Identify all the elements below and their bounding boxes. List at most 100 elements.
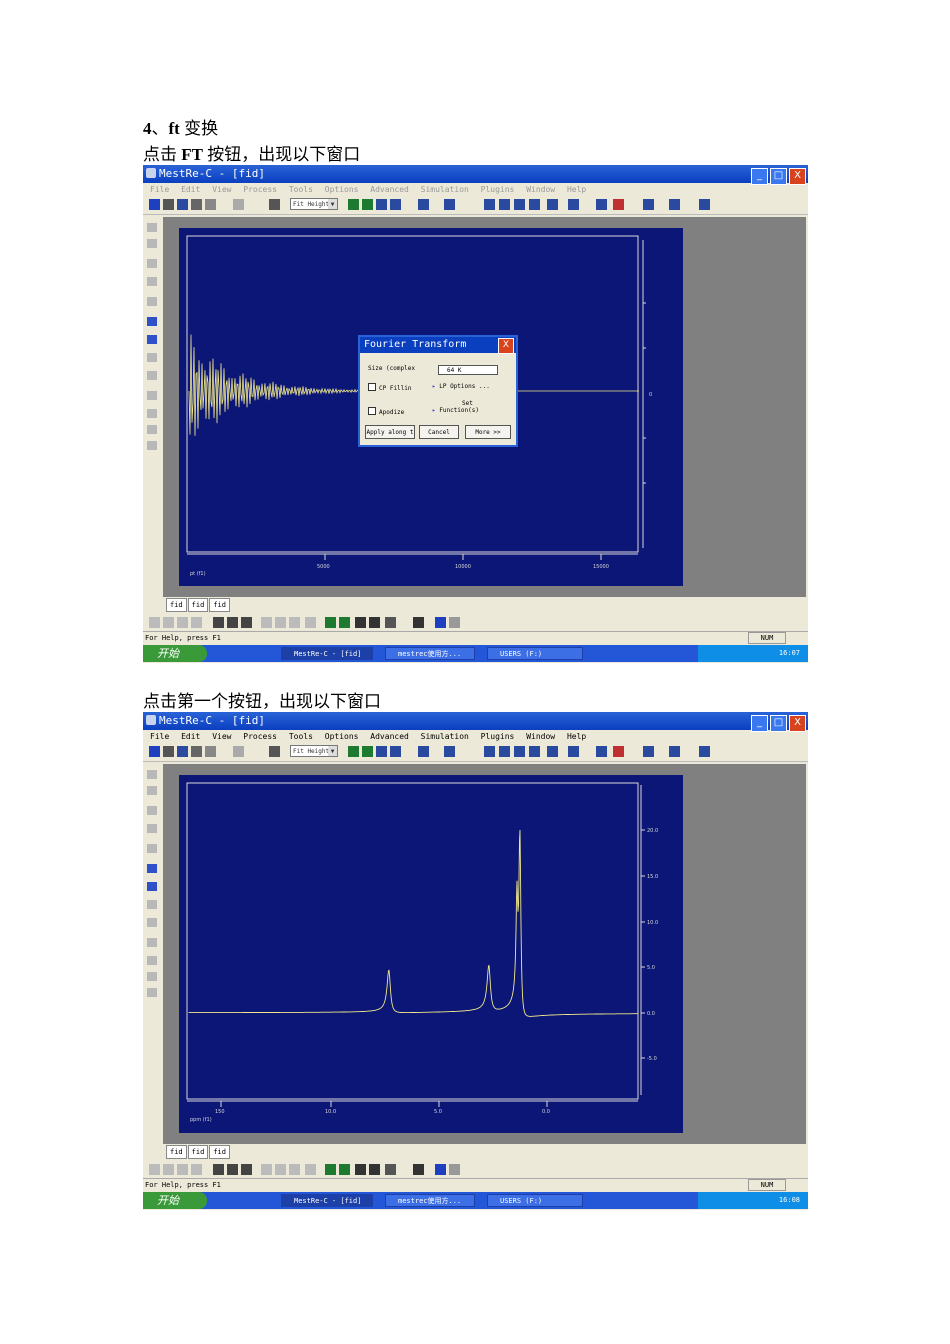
tool-icon[interactable] [147, 972, 157, 981]
tool-icon[interactable] [177, 1164, 188, 1175]
stop-icon[interactable] [449, 617, 460, 628]
zoom-select[interactable]: Fit Height ▼ [290, 745, 338, 757]
lp-options-button[interactable]: ▸ LP Options ... [432, 383, 490, 390]
tab-fid[interactable]: fid [209, 598, 230, 612]
menu-tools[interactable]: Tools [289, 732, 313, 741]
menu-window[interactable]: Window [526, 732, 555, 741]
apply-button[interactable]: Apply along t [365, 425, 415, 439]
menu-tools[interactable]: Tools [289, 185, 313, 194]
zoom-icon[interactable] [390, 199, 401, 210]
cp-fillin-checkbox[interactable]: CP Fillin [368, 383, 412, 392]
tool-icon[interactable] [261, 617, 272, 628]
peak-icon[interactable] [529, 199, 540, 210]
copy-icon[interactable] [269, 746, 280, 757]
more-button[interactable]: More >> [465, 425, 511, 439]
baseline-icon[interactable] [362, 746, 373, 757]
tool-icon[interactable] [147, 441, 157, 450]
tool-icon[interactable] [305, 617, 316, 628]
tool-icon[interactable] [147, 824, 157, 833]
menu-simulation[interactable]: Simulation [421, 185, 469, 194]
menu-help[interactable]: Help [567, 732, 586, 741]
tool-icon[interactable] [147, 297, 157, 306]
apodize-icon[interactable] [699, 746, 710, 757]
integral-icon[interactable] [499, 746, 510, 757]
dialog-close-button[interactable]: X [498, 338, 514, 354]
tool-icon[interactable] [147, 844, 157, 853]
preview-icon[interactable] [205, 199, 216, 210]
undo-icon[interactable] [233, 199, 244, 210]
fit-icon[interactable] [418, 746, 429, 757]
table-icon[interactable] [355, 617, 366, 628]
grid-icon[interactable] [227, 1164, 238, 1175]
task-explorer[interactable]: USERS (F:) [487, 647, 583, 660]
tool-icon[interactable] [275, 617, 286, 628]
task-mestrec[interactable]: MestRe-C - [fid] [281, 1194, 373, 1207]
tool-icon[interactable] [191, 617, 202, 628]
tool-icon[interactable] [147, 864, 157, 873]
tool-icon[interactable] [147, 938, 157, 947]
ft-icon[interactable] [669, 746, 680, 757]
monitor-icon[interactable] [413, 1164, 424, 1175]
fit-icon[interactable] [418, 199, 429, 210]
tool-icon[interactable] [149, 617, 160, 628]
grid-icon[interactable] [213, 1164, 224, 1175]
tool-icon[interactable] [163, 617, 174, 628]
cursor-icon[interactable] [484, 746, 495, 757]
size-select[interactable]: 64 K [438, 365, 498, 375]
task-word-doc[interactable]: mestrec使用方... [385, 647, 475, 660]
menu-edit[interactable]: Edit [181, 185, 200, 194]
menu-simulation[interactable]: Simulation [421, 732, 469, 741]
tool-icon[interactable] [275, 1164, 286, 1175]
tab-fid[interactable]: fid [187, 598, 209, 612]
tool-icon[interactable] [163, 1164, 174, 1175]
stop-icon[interactable] [449, 1164, 460, 1175]
menu-options[interactable]: Options [325, 185, 359, 194]
cursor-icon[interactable] [484, 199, 495, 210]
new-icon[interactable] [163, 746, 174, 757]
grid-icon[interactable] [376, 199, 387, 210]
task-word-doc[interactable]: mestrec使用方... [385, 1194, 475, 1207]
tool-icon[interactable] [289, 1164, 300, 1175]
grid-icon[interactable] [241, 617, 252, 628]
task-mestrec[interactable]: MestRe-C - [fid] [281, 647, 373, 660]
copy-icon[interactable] [269, 199, 280, 210]
phase-icon[interactable] [348, 746, 359, 757]
table-icon[interactable] [369, 617, 380, 628]
menu-file[interactable]: File [150, 185, 169, 194]
stack-icon[interactable] [325, 617, 336, 628]
tool-icon[interactable] [147, 239, 157, 248]
stack-icon[interactable] [339, 617, 350, 628]
tool-icon[interactable] [147, 770, 157, 779]
peak-icon[interactable] [529, 746, 540, 757]
tab-fid[interactable]: fid [187, 1145, 209, 1159]
tool-icon[interactable] [177, 617, 188, 628]
stack-icon[interactable] [325, 1164, 336, 1175]
export-icon[interactable] [385, 1164, 396, 1175]
preview-icon[interactable] [205, 746, 216, 757]
save-icon[interactable] [177, 746, 188, 757]
tool-icon[interactable] [147, 786, 157, 795]
menu-advanced[interactable]: Advanced [370, 185, 409, 194]
tool-icon[interactable] [147, 425, 157, 434]
tool-icon[interactable] [147, 956, 157, 965]
crosshair-icon[interactable] [514, 746, 525, 757]
tool-icon[interactable] [147, 988, 157, 997]
undo-icon[interactable] [233, 746, 244, 757]
set-function-button[interactable]: ▸ Function(s) [432, 407, 479, 414]
tool-icon[interactable] [147, 259, 157, 268]
grid-icon[interactable] [241, 1164, 252, 1175]
tool-icon[interactable] [147, 371, 157, 380]
baseline-icon[interactable] [362, 199, 373, 210]
tool-icon[interactable] [261, 1164, 272, 1175]
tool-icon[interactable] [147, 317, 157, 326]
spectrum-plot[interactable]: 20.0 15.0 10.0 5.0 0.0 -5.0 150 10.0 5.0… [179, 775, 683, 1133]
multiplet-icon[interactable] [596, 199, 607, 210]
tool-icon[interactable] [147, 335, 157, 344]
ft-icon[interactable] [669, 199, 680, 210]
menu-process[interactable]: Process [243, 185, 277, 194]
menu-process[interactable]: Process [243, 732, 277, 741]
tool-icon[interactable] [289, 617, 300, 628]
tool-icon[interactable] [147, 806, 157, 815]
start-button[interactable]: 开始 [143, 1192, 207, 1209]
marker-icon[interactable] [643, 746, 654, 757]
